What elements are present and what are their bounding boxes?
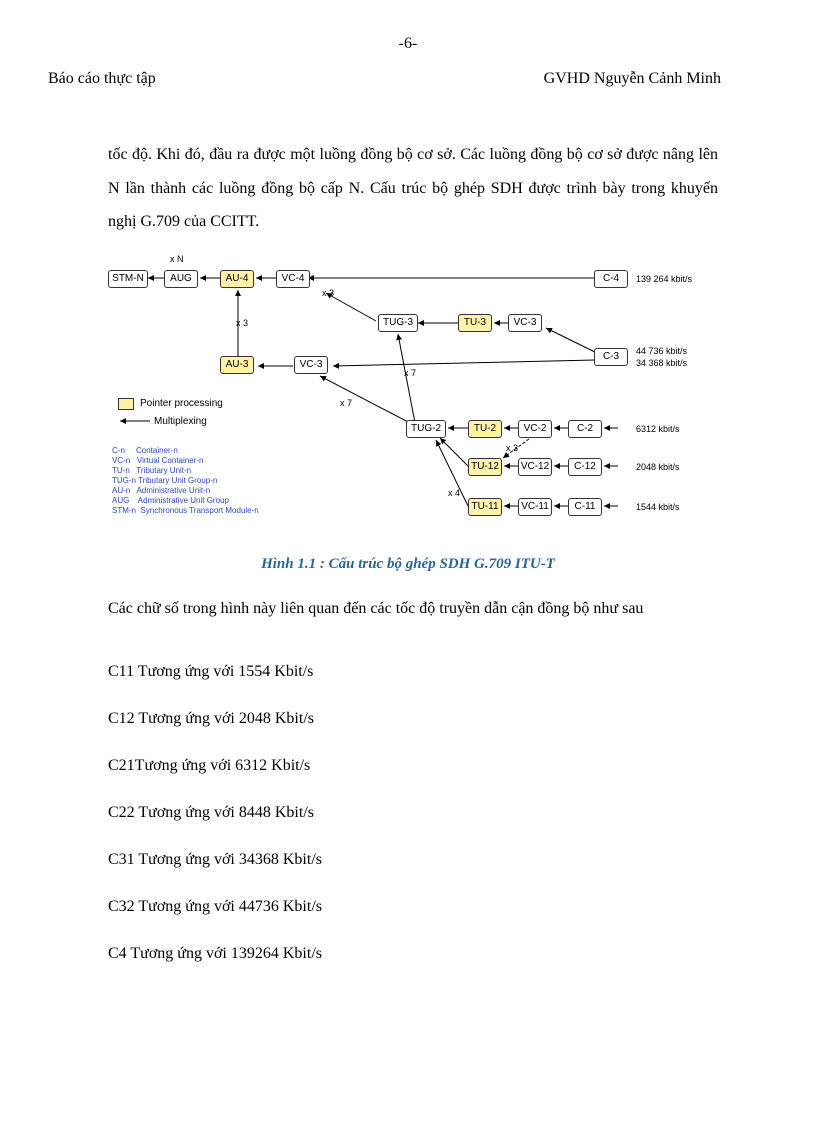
- box-c12: C-12: [568, 458, 602, 476]
- box-vc11: VC-11: [518, 498, 552, 516]
- line-c31: C31 Tương ứng với 34368 Kbit/s: [108, 848, 718, 872]
- box-tu3: TU-3: [458, 314, 492, 332]
- figure-caption: Hình 1.1 : Cấu trúc bộ ghép SDH G.709 IT…: [0, 556, 816, 573]
- glossary-tun: TU-n Tributary Unit-n: [112, 466, 259, 476]
- line-c11: C11 Tương ứng với 1554 Kbit/s: [108, 660, 718, 684]
- box-vc3-upper: VC-3: [508, 314, 542, 332]
- label-x7-vc3: x 7: [340, 398, 352, 408]
- line-c21: C21Tương ứng với 6312 Kbit/s: [108, 754, 718, 778]
- glossary-stmn: STM-n Synchronous Transport Module-n: [112, 506, 259, 516]
- line-c22: C22 Tương ứng với 8448 Kbit/s: [108, 801, 718, 825]
- legend-multiplexing: Multiplexing: [154, 416, 207, 427]
- legend-pointer-swatch: [118, 398, 134, 410]
- rate-c12: 2048 kbit/s: [636, 462, 680, 472]
- header-right: GVHD Nguyễn Cảnh Minh: [544, 70, 721, 88]
- glossary: C-n Container-n VC-n Virtual Container-n…: [112, 446, 259, 516]
- box-tu12: TU-12: [468, 458, 502, 476]
- paragraph-1: tốc độ. Khi đó, đầu ra được một luồng đồ…: [108, 138, 718, 239]
- label-x3-tu12: x 3: [506, 443, 518, 453]
- box-c2: C-2: [568, 420, 602, 438]
- box-vc4: VC-4: [276, 270, 310, 288]
- line-c4: C4 Tương ứng với 139264 Kbit/s: [108, 942, 718, 966]
- box-aug: AUG: [164, 270, 198, 288]
- paragraph-2: Các chữ số trong hình này liên quan đến …: [108, 592, 718, 626]
- rate-list: C11 Tương ứng với 1554 Kbit/s C12 Tương …: [108, 660, 718, 989]
- glossary-aug: AUG Administrative Unit Group: [112, 496, 259, 506]
- box-vc2: VC-2: [518, 420, 552, 438]
- label-x7-tug3: x 7: [404, 368, 416, 378]
- page-number: -6-: [0, 35, 816, 53]
- box-tu2: TU-2: [468, 420, 502, 438]
- rate-c2: 6312 kbit/s: [636, 424, 680, 434]
- glossary-cn: C-n Container-n: [112, 446, 259, 456]
- glossary-aun: AU-n Administrative Unit-n: [112, 486, 259, 496]
- box-vc12: VC-12: [518, 458, 552, 476]
- glossary-tugn: TUG-n Tributary Unit Group-n: [112, 476, 259, 486]
- box-c3: C-3: [594, 348, 628, 366]
- rate-c3b: 34 368 kbit/s: [636, 358, 687, 368]
- box-c4: C-4: [594, 270, 628, 288]
- box-tug2: TUG-2: [406, 420, 446, 438]
- box-tu11: TU-11: [468, 498, 502, 516]
- box-au3: AU-3: [220, 356, 254, 374]
- rate-c4: 139 264 kbit/s: [636, 274, 692, 284]
- rate-c3a: 44 736 kbit/s: [636, 346, 687, 356]
- box-tug3: TUG-3: [378, 314, 418, 332]
- box-au4: AU-4: [220, 270, 254, 288]
- line-c12: C12 Tương ứng với 2048 Kbit/s: [108, 707, 718, 731]
- label-x3-aug: x 3: [236, 318, 248, 328]
- header-left: Báo cáo thực tập: [48, 70, 156, 88]
- line-c32: C32 Tương ứng với 44736 Kbit/s: [108, 895, 718, 919]
- label-xN: x N: [170, 254, 184, 264]
- legend-pointer: Pointer processing: [140, 398, 223, 409]
- box-vc3-lower: VC-3: [294, 356, 328, 374]
- sdh-structure-diagram: x N STM-N AUG AU-4 VC-4 C-4 139 264 kbit…: [108, 248, 714, 544]
- label-x3-vc4: x 3: [322, 288, 334, 298]
- rate-c11: 1544 kbit/s: [636, 502, 680, 512]
- label-x4-tu11: x 4: [448, 488, 460, 498]
- box-stm-n: STM-N: [108, 270, 148, 288]
- box-c11: C-11: [568, 498, 602, 516]
- glossary-vcn: VC-n Virtual Container-n: [112, 456, 259, 466]
